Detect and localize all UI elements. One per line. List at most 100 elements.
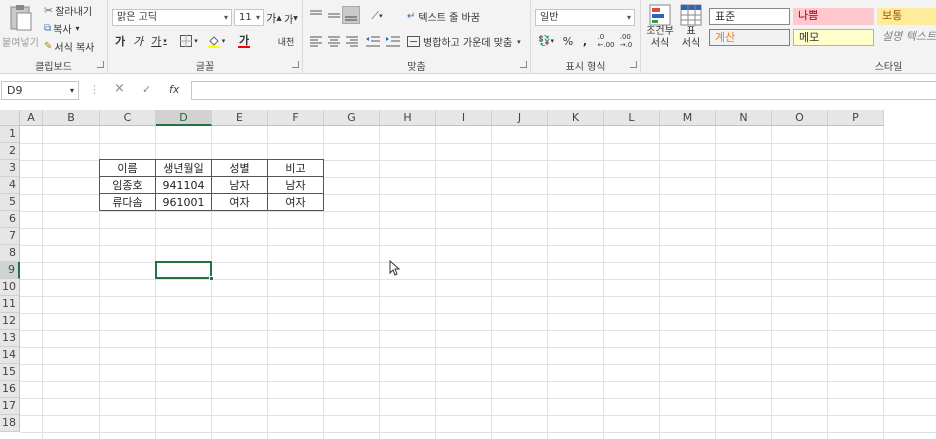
percent-button[interactable]: %	[561, 32, 575, 50]
column-header-o[interactable]: O	[772, 110, 828, 126]
number-launcher-icon[interactable]	[630, 61, 637, 68]
row-header-1[interactable]: 1	[0, 126, 20, 143]
align-middle-icon[interactable]	[327, 10, 341, 22]
align-center-icon[interactable]	[327, 36, 341, 48]
selected-cell-outline[interactable]	[155, 261, 212, 279]
font-color-button[interactable]: 가	[232, 32, 256, 50]
table-cell[interactable]: 941104	[156, 177, 212, 194]
column-header-f[interactable]: F	[268, 110, 324, 126]
clipboard-launcher-icon[interactable]	[97, 61, 104, 68]
row-header-18[interactable]: 18	[0, 415, 20, 432]
conditional-format-button[interactable]: 조건부 서식	[644, 4, 676, 56]
alignment-launcher-icon[interactable]	[520, 61, 527, 68]
format-as-table-button[interactable]: 표 서식	[677, 4, 705, 56]
align-left-icon[interactable]	[309, 36, 323, 48]
font-size-select[interactable]: 11 ▾	[234, 9, 264, 26]
table-cell[interactable]: 임종호	[99, 177, 156, 194]
enter-icon[interactable]: ✓	[142, 83, 151, 96]
style-bad[interactable]: 나쁨	[793, 8, 874, 25]
font-name-select[interactable]: 맑은 고딕 ▾	[112, 9, 232, 26]
column-header-d[interactable]: D	[156, 110, 212, 126]
bold-button[interactable]: 가	[112, 32, 128, 50]
row-header-11[interactable]: 11	[0, 296, 20, 313]
table-cell[interactable]: 남자	[268, 177, 324, 194]
style-normal[interactable]: 표준	[709, 8, 790, 25]
column-header-c[interactable]: C	[100, 110, 156, 126]
select-all-button[interactable]	[0, 110, 20, 126]
row-header-7[interactable]: 7	[0, 228, 20, 245]
copy-button[interactable]: ⧉ 복사 ▾	[44, 21, 80, 36]
align-bottom-button[interactable]	[342, 6, 360, 24]
italic-button[interactable]: 가	[130, 32, 146, 50]
table-header-cell[interactable]: 생년월일	[156, 159, 212, 177]
column-header-j[interactable]: J	[492, 110, 548, 126]
column-header-i[interactable]: I	[436, 110, 492, 126]
row-header-6[interactable]: 6	[0, 211, 20, 228]
table-cell[interactable]: 여자	[268, 194, 324, 211]
cancel-icon[interactable]: ×	[114, 81, 125, 96]
number-format-select[interactable]: 일반 ▾	[535, 9, 635, 26]
table-cell[interactable]: 류다솜	[99, 194, 156, 211]
column-header-a[interactable]: A	[20, 110, 43, 126]
row-header-17[interactable]: 17	[0, 398, 20, 415]
table-cell[interactable]: 여자	[212, 194, 268, 211]
column-header-p[interactable]: P	[828, 110, 884, 126]
column-header-m[interactable]: M	[660, 110, 716, 126]
increase-indent-icon[interactable]	[385, 36, 401, 48]
row-header-3[interactable]: 3	[0, 160, 20, 177]
column-header-g[interactable]: G	[324, 110, 380, 126]
borders-button[interactable]: ▾	[178, 32, 200, 50]
table-cell[interactable]: 961001	[156, 194, 212, 211]
insert-function-icon[interactable]: fx	[169, 83, 179, 96]
font-launcher-icon[interactable]	[292, 61, 299, 68]
row-header-2[interactable]: 2	[0, 143, 20, 160]
style-neutral[interactable]: 보통	[877, 8, 936, 25]
row-header-15[interactable]: 15	[0, 364, 20, 381]
shrink-font-button[interactable]: 가 ▼	[284, 9, 298, 27]
cut-button[interactable]: ✂ 잘라내기	[44, 3, 92, 18]
style-note[interactable]: 메모	[793, 29, 874, 46]
row-header-10[interactable]: 10	[0, 279, 20, 296]
name-box-value: D9	[7, 84, 23, 97]
style-explanatory[interactable]: 설명 텍스트	[877, 29, 936, 46]
table-cell[interactable]: 남자	[212, 177, 268, 194]
decrease-indent-icon[interactable]	[365, 36, 381, 48]
orientation-button[interactable]: ⟋ ▾	[365, 7, 389, 25]
decrease-decimal-button[interactable]: .00 →.0	[617, 32, 635, 50]
paste-button[interactable]: 붙여넣기	[2, 2, 40, 54]
table-header-cell[interactable]: 이름	[99, 159, 156, 177]
merge-center-button[interactable]: 병합하고 가운데 맞춤 ▾	[407, 34, 521, 49]
row-header-4[interactable]: 4	[0, 177, 20, 194]
increase-decimal-button[interactable]: .0 ←.00	[597, 32, 615, 50]
column-header-n[interactable]: N	[716, 110, 772, 126]
align-top-icon[interactable]	[309, 10, 323, 22]
row-header-9[interactable]: 9	[0, 262, 20, 279]
row-header-8[interactable]: 8	[0, 245, 20, 262]
column-header-k[interactable]: K	[548, 110, 604, 126]
table-header-cell[interactable]: 성별	[212, 159, 268, 177]
grow-font-button[interactable]: 가 ▲	[266, 9, 282, 27]
formula-input[interactable]	[191, 81, 936, 100]
column-header-h[interactable]: H	[380, 110, 436, 126]
formula-bar: D9 ▾ ⋮ × ✓ fx	[0, 78, 936, 103]
row-header-14[interactable]: 14	[0, 347, 20, 364]
phonetic-button[interactable]: 내천	[274, 32, 298, 50]
fill-color-button[interactable]: ▾	[204, 32, 228, 50]
wrap-text-button[interactable]: ↵ 텍스트 줄 바꿈	[407, 9, 480, 24]
fill-handle[interactable]	[209, 276, 214, 281]
column-header-l[interactable]: L	[604, 110, 660, 126]
format-painter-button[interactable]: ✎ 서식 복사	[44, 39, 94, 54]
row-header-5[interactable]: 5	[0, 194, 20, 211]
name-box[interactable]: D9 ▾	[1, 81, 79, 100]
style-calculation[interactable]: 계산	[709, 29, 790, 46]
underline-button[interactable]: 가 ▾	[148, 32, 170, 50]
row-header-16[interactable]: 16	[0, 381, 20, 398]
table-header-cell[interactable]: 비고	[268, 159, 324, 177]
column-header-b[interactable]: B	[43, 110, 100, 126]
align-right-icon[interactable]	[345, 36, 359, 48]
comma-button[interactable]: ,	[579, 32, 591, 50]
row-header-12[interactable]: 12	[0, 313, 20, 330]
row-header-13[interactable]: 13	[0, 330, 20, 347]
accounting-format-button[interactable]: 💱 ▾	[535, 32, 557, 50]
column-header-e[interactable]: E	[212, 110, 268, 126]
